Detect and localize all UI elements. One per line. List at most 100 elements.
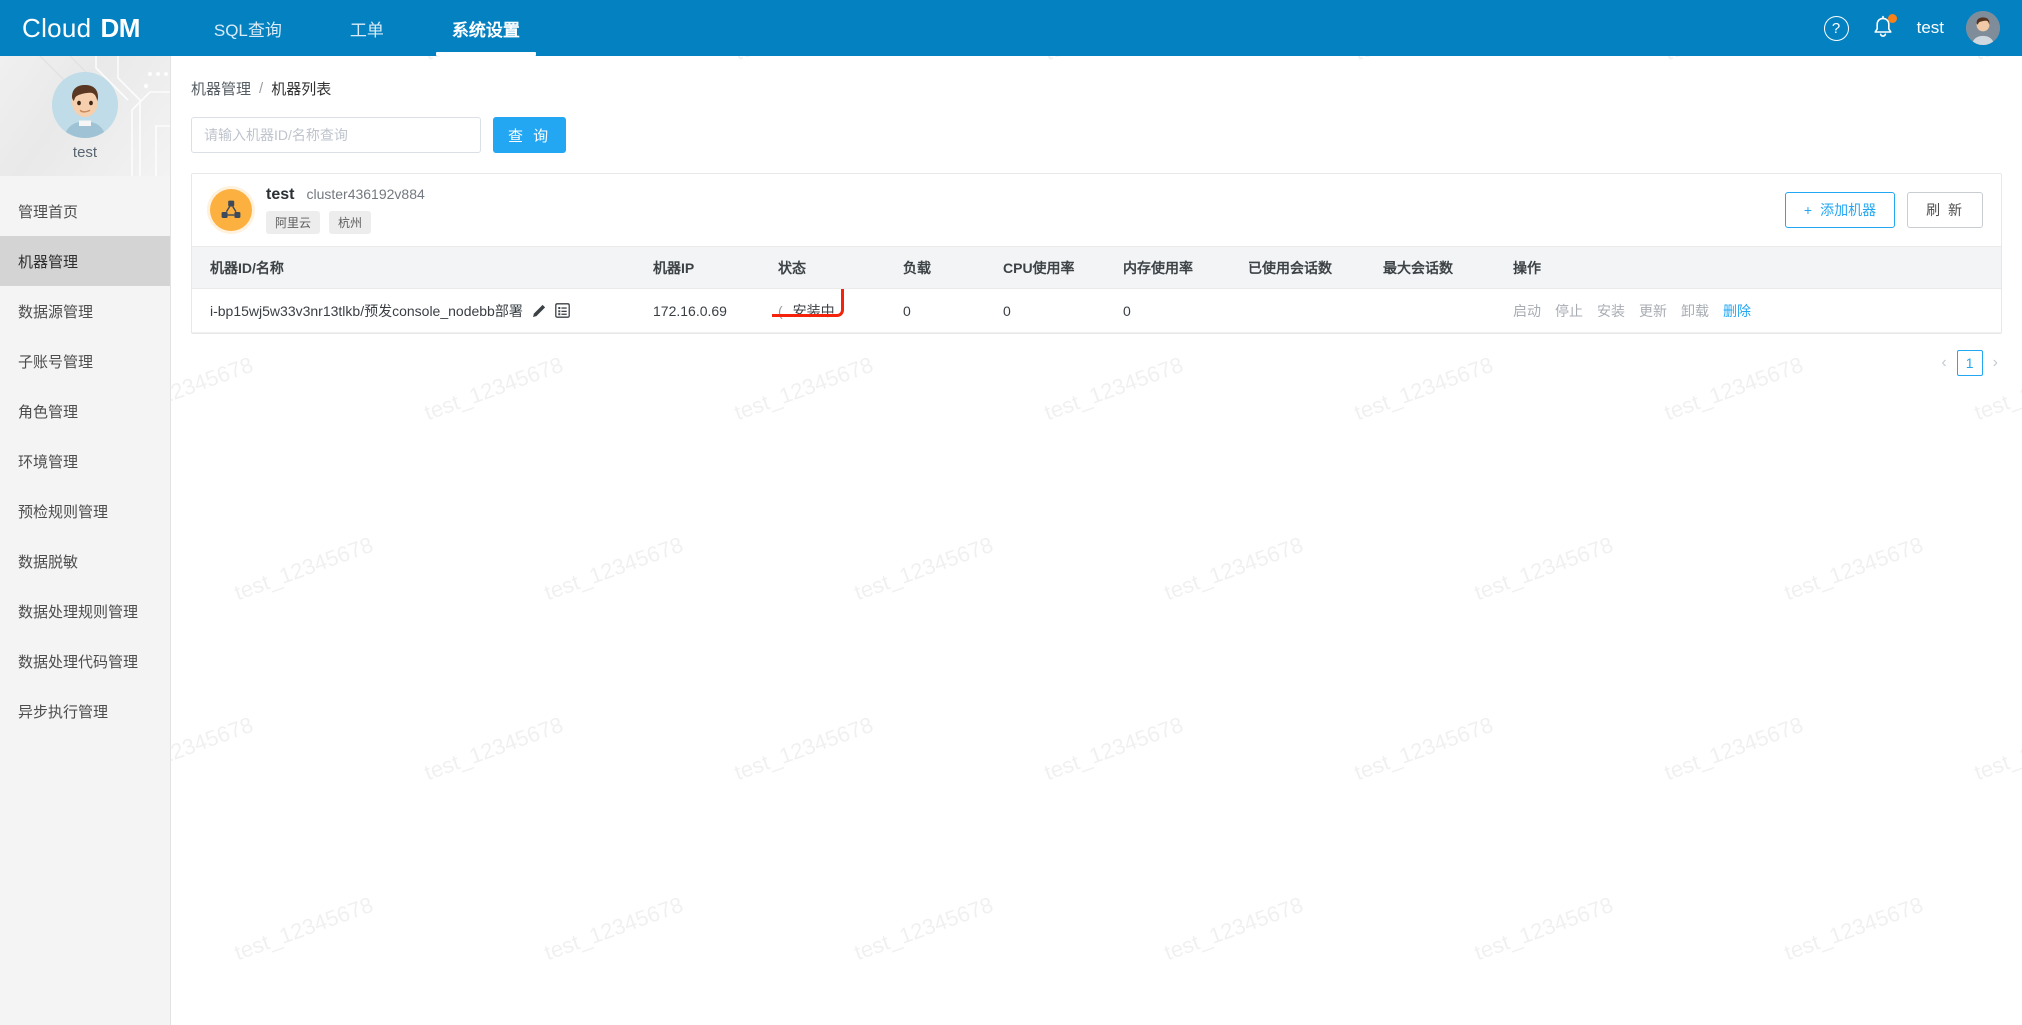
watermark-text: test_12345678 xyxy=(230,891,377,966)
breadcrumb: 机器管理 / 机器列表 xyxy=(171,56,2022,99)
sidebar-item-environment-management[interactable]: 环境管理 xyxy=(0,436,170,486)
tab-work-order[interactable]: 工单 xyxy=(328,0,406,56)
app-logo[interactable]: Cloud DM xyxy=(22,13,140,44)
col-machine-ip: 机器IP xyxy=(647,246,772,289)
sidebar-item-label: 机器管理 xyxy=(18,253,79,271)
add-machine-button[interactable]: + 添加机器 xyxy=(1784,192,1896,228)
sidebar-item-subaccount-management[interactable]: 子账号管理 xyxy=(0,336,170,386)
tag-provider: 阿里云 xyxy=(266,211,321,234)
cell-machine-id-name: i-bp15wj5w33v3nr13tlkb/预发console_nodebb部… xyxy=(192,288,647,333)
machine-table-body: i-bp15wj5w33v3nr13tlkb/预发console_nodebb部… xyxy=(192,288,2001,333)
pencil-edit-icon[interactable] xyxy=(532,304,546,318)
cluster-nodes-glyph xyxy=(221,200,241,218)
machine-name-text: i-bp15wj5w33v3nr13tlkb/预发console_nodebb部… xyxy=(210,302,523,319)
sidebar-item-data-process-rule-management[interactable]: 数据处理规则管理 xyxy=(0,586,170,636)
sidebar-item-precheck-rule-management[interactable]: 预检规则管理 xyxy=(0,486,170,536)
watermark-text: test_12345678 xyxy=(230,531,377,606)
sidebar-item-machine-management[interactable]: 机器管理 xyxy=(0,236,170,286)
tag-region: 杭州 xyxy=(329,211,372,234)
op-install[interactable]: 安装 xyxy=(1597,301,1625,321)
op-stop[interactable]: 停止 xyxy=(1555,301,1583,321)
cell-operations: 启动 停止 安装 更新 卸载 删除 xyxy=(1507,288,2001,333)
loading-spinner-icon: ( xyxy=(778,302,783,319)
watermark-text: test_12345678 xyxy=(1660,711,1807,786)
op-start[interactable]: 启动 xyxy=(1513,301,1541,321)
sidebar-item-data-masking[interactable]: 数据脱敏 xyxy=(0,536,170,586)
sidebar-item-dashboard[interactable]: 管理首页 xyxy=(0,186,170,236)
watermark-text: test_12345678 xyxy=(1780,891,1927,966)
search-button[interactable]: 查 询 xyxy=(493,117,567,153)
watermark-text: test_12345678 xyxy=(850,891,997,966)
cell-machine-ip: 172.16.0.69 xyxy=(647,288,772,333)
sidebar-item-role-management[interactable]: 角色管理 xyxy=(0,386,170,436)
col-load: 负载 xyxy=(897,246,997,289)
tab-label: 系统设置 xyxy=(451,20,520,40)
sidebar-item-label: 数据处理规则管理 xyxy=(18,603,139,621)
refresh-button[interactable]: 刷 新 xyxy=(1907,192,1983,228)
op-uninstall[interactable]: 卸载 xyxy=(1681,301,1709,321)
avatar-image xyxy=(1966,11,2000,45)
cell-status: ( 安装中 xyxy=(772,288,897,333)
sidebar-item-label: 预检规则管理 xyxy=(18,503,109,521)
op-delete[interactable]: 删除 xyxy=(1723,301,1751,321)
nav-user-name[interactable]: test xyxy=(1917,18,1944,38)
col-max-sessions: 最大会话数 xyxy=(1377,246,1507,289)
breadcrumb-separator: / xyxy=(259,80,264,97)
sidebar-item-data-process-code-management[interactable]: 数据处理代码管理 xyxy=(0,636,170,686)
sidebar-profile-header: test xyxy=(0,56,170,176)
notification-dot xyxy=(1887,14,1897,23)
col-machine-id-name: 机器ID/名称 xyxy=(192,246,647,289)
list-detail-icon[interactable] xyxy=(555,303,570,318)
sidebar-item-label: 数据处理代码管理 xyxy=(18,653,139,671)
add-machine-label: 添加机器 xyxy=(1820,202,1877,218)
col-memory-usage: 内存使用率 xyxy=(1117,246,1242,289)
sidebar: test 管理首页 机器管理 数据源管理 子账号管理 角色管理 环境管理 预检规… xyxy=(0,56,171,1025)
watermark-text: test_12345678 xyxy=(540,531,687,606)
tab-sql-query[interactable]: SQL查询 xyxy=(192,0,304,56)
breadcrumb-current: 机器列表 xyxy=(271,81,332,98)
sidebar-item-label: 数据脱敏 xyxy=(18,553,79,571)
pagination-next-icon[interactable]: › xyxy=(1993,354,1998,372)
plus-icon: + xyxy=(1803,202,1813,218)
op-update[interactable]: 更新 xyxy=(1639,301,1667,321)
sidebar-item-label: 环境管理 xyxy=(18,453,79,471)
watermark-text: test_12345678 xyxy=(420,711,567,786)
sidebar-item-datasource-management[interactable]: 数据源管理 xyxy=(0,286,170,336)
machine-table-head: 机器ID/名称 机器IP 状态 负载 CPU使用率 内存使用率 已使用会话数 最… xyxy=(192,246,2001,289)
watermark-text: test_12345678 xyxy=(540,891,687,966)
search-input[interactable] xyxy=(191,117,481,153)
top-navigation-bar: Cloud DM SQL查询 工单 系统设置 ? test xyxy=(0,0,2022,56)
col-cpu-usage: CPU使用率 xyxy=(997,246,1117,289)
watermark-text: test_12345678 xyxy=(1470,891,1617,966)
watermark-text: test_12345678 xyxy=(1470,531,1617,606)
content-wrapper: 机器管理 / 机器列表 查 询 xyxy=(171,56,2022,376)
cluster-tags: 阿里云 杭州 xyxy=(266,211,425,234)
watermark-text: test_12345678 xyxy=(1970,711,2022,786)
sidebar-item-async-execution-management[interactable]: 异步执行管理 xyxy=(0,686,170,736)
tab-label: 工单 xyxy=(349,20,384,40)
tab-label: SQL查询 xyxy=(213,20,282,40)
col-status: 状态 xyxy=(772,246,897,289)
col-used-sessions: 已使用会话数 xyxy=(1242,246,1377,289)
tab-system-settings[interactable]: 系统设置 xyxy=(430,0,542,56)
cell-used-sessions xyxy=(1242,288,1377,333)
watermark-text: test_12345678 xyxy=(1350,711,1497,786)
cluster-panel-actions: + 添加机器 刷 新 xyxy=(1784,192,1983,228)
cluster-id: cluster436192v884 xyxy=(306,186,425,202)
bell-icon[interactable] xyxy=(1871,14,1897,41)
col-operations: 操作 xyxy=(1507,246,2001,289)
question-circle-icon[interactable]: ? xyxy=(1823,15,1849,41)
avatar[interactable] xyxy=(1966,11,2000,45)
cluster-panel-header: test cluster436192v884 阿里云 杭州 + 添加机器 刷 新 xyxy=(192,174,2001,246)
pagination: ‹ 1 › xyxy=(171,350,1998,376)
watermark-text: test_12345678 xyxy=(1160,531,1307,606)
cluster-panel: test cluster436192v884 阿里云 杭州 + 添加机器 刷 新 xyxy=(191,173,2002,334)
top-nav-right-group: ? test xyxy=(1823,11,2000,45)
pagination-page-1[interactable]: 1 xyxy=(1956,350,1983,376)
cluster-name: test xyxy=(266,186,295,203)
cell-max-sessions xyxy=(1377,288,1507,333)
pagination-prev-icon[interactable]: ‹ xyxy=(1941,354,1946,372)
table-row: i-bp15wj5w33v3nr13tlkb/预发console_nodebb部… xyxy=(192,288,2001,333)
breadcrumb-parent[interactable]: 机器管理 xyxy=(191,78,251,99)
sidebar-item-label: 子账号管理 xyxy=(18,353,94,371)
